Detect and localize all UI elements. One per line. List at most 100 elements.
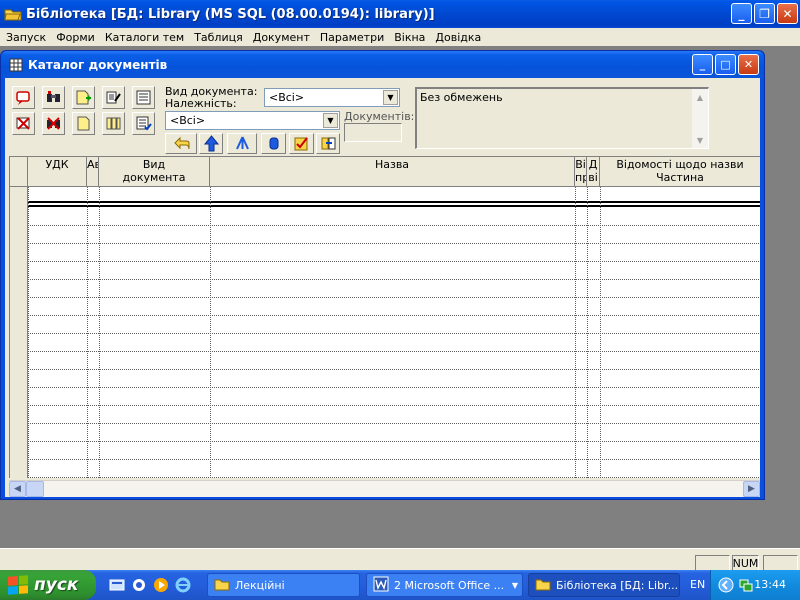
table-row[interactable] <box>10 226 760 244</box>
child-close-button[interactable]: ✕ <box>738 54 759 75</box>
export-icon <box>321 137 335 150</box>
menu-item-zapusk[interactable]: Запуск <box>1 31 51 44</box>
menu-item-katalogy-tem[interactable]: Каталоги тем <box>100 31 189 44</box>
catalog-body: Вид документа: Належність: <Всі> ▼ <Всі>… <box>5 78 760 497</box>
child-maximize-button[interactable]: □ <box>715 54 736 75</box>
scroll-right-icon[interactable]: ▶ <box>743 481 760 497</box>
up-arrow-icon <box>203 135 219 152</box>
table-row[interactable] <box>10 334 760 352</box>
table-row[interactable] <box>10 388 760 406</box>
table-row[interactable] <box>10 424 760 442</box>
back-button[interactable] <box>165 133 197 154</box>
table-row[interactable] <box>10 460 760 478</box>
list-check-icon <box>136 116 152 131</box>
task-biblioteka[interactable]: Бібліотека [БД: Libr... <box>528 573 680 597</box>
quicklaunch-messenger-icon[interactable] <box>130 576 148 594</box>
documents-count <box>344 123 402 142</box>
list-button[interactable] <box>132 86 155 109</box>
scroll-up-icon[interactable]: ▲ <box>692 89 708 105</box>
add-doc-icon <box>76 90 91 105</box>
start-button[interactable]: пуск <box>0 570 96 600</box>
table-row[interactable] <box>10 280 760 298</box>
table-row[interactable] <box>10 208 760 226</box>
quicklaunch-explorer-icon[interactable] <box>108 576 126 594</box>
table-row[interactable] <box>10 298 760 316</box>
add-document-button[interactable] <box>72 86 95 109</box>
task-microsoft-office[interactable]: 2 Microsoft Office ... ▼ <box>366 573 523 597</box>
belonging-select[interactable]: <Всі> ▼ <box>165 111 340 130</box>
task-label: 2 Microsoft Office ... <box>394 578 505 592</box>
catalog-titlebar[interactable]: Каталог документів _ □ ✕ <box>1 51 764 78</box>
column-header-doc-type[interactable]: Вид документа <box>99 157 210 187</box>
tray-expand-icon[interactable] <box>717 576 735 594</box>
scroll-thumb[interactable] <box>26 481 44 497</box>
database-button[interactable] <box>261 133 286 154</box>
language-indicator[interactable]: EN <box>690 578 705 591</box>
list-check-button[interactable] <box>132 112 155 135</box>
add-record-button[interactable] <box>12 86 35 109</box>
task-lekciini[interactable]: Лекційні <box>207 573 360 597</box>
menu-item-formy[interactable]: Форми <box>51 31 100 44</box>
minimize-button[interactable]: _ <box>731 3 752 24</box>
row-indicator-column[interactable] <box>10 187 28 478</box>
export-button[interactable] <box>316 133 340 154</box>
delete-find-button[interactable] <box>42 112 65 135</box>
windows-logo-icon <box>8 575 28 595</box>
menu-item-vikna[interactable]: Вікна <box>389 31 430 44</box>
table-row[interactable] <box>10 262 760 280</box>
column-header-vi[interactable]: Віпр <box>575 157 587 187</box>
check-doc-button[interactable] <box>289 133 314 154</box>
table-row[interactable] <box>10 406 760 424</box>
chevron-down-icon[interactable]: ▼ <box>383 90 398 105</box>
chevron-down-icon[interactable]: ▼ <box>323 113 338 128</box>
table-row[interactable] <box>10 316 760 334</box>
column-header-title-info[interactable]: Відомості щодо назви Частина <box>600 157 760 187</box>
quicklaunch-ie-icon[interactable] <box>174 576 192 594</box>
scroll-left-icon[interactable]: ◀ <box>9 481 26 497</box>
menu-item-dokument[interactable]: Документ <box>248 31 315 44</box>
books-button[interactable] <box>102 112 125 135</box>
document-icon <box>77 116 90 131</box>
delete-icon <box>16 117 30 130</box>
folder-app-icon <box>4 6 22 22</box>
maximize-icon: □ <box>720 58 731 71</box>
child-minimize-button[interactable]: _ <box>692 54 713 75</box>
table-row[interactable] <box>10 352 760 370</box>
table-row[interactable] <box>10 244 760 262</box>
document-button[interactable] <box>72 112 95 135</box>
column-header-indicator[interactable] <box>10 157 28 187</box>
close-icon: ✕ <box>782 6 793 21</box>
restore-button[interactable]: ❐ <box>754 3 775 24</box>
filter-memo[interactable]: Без обмежень ▲ ▼ <box>415 87 709 149</box>
chevron-down-icon: ▼ <box>511 580 518 590</box>
table-row-edit[interactable] <box>10 187 760 203</box>
up-button[interactable] <box>199 133 223 154</box>
menu-item-parametry[interactable]: Параметри <box>315 31 389 44</box>
column-header-udk[interactable]: УДК <box>28 157 87 187</box>
belonging-label: Належність: <box>165 97 237 110</box>
tree-button[interactable] <box>227 133 257 154</box>
column-divider <box>587 187 588 478</box>
column-header-author[interactable]: Ав <box>87 157 99 187</box>
horizontal-scrollbar[interactable]: ◀ ▶ <box>9 480 760 497</box>
book-edit-button[interactable] <box>102 86 125 109</box>
column-header-d[interactable]: Дві <box>587 157 600 187</box>
network-icon[interactable] <box>737 576 755 594</box>
menu-item-tablytsia[interactable]: Таблиця <box>189 31 248 44</box>
restore-icon: ❐ <box>759 6 770 21</box>
start-label: пуск <box>34 575 79 595</box>
find-button[interactable] <box>42 86 65 109</box>
doc-type-select[interactable]: <Всі> ▼ <box>264 88 400 107</box>
quicklaunch-media-icon[interactable] <box>152 576 170 594</box>
table-row[interactable] <box>10 370 760 388</box>
delete-record-button[interactable] <box>12 112 35 135</box>
grid-separator <box>10 205 760 207</box>
column-header-title[interactable]: Назва <box>210 157 575 187</box>
word-icon <box>373 576 389 595</box>
menu-item-dovidka[interactable]: Довідка <box>430 31 486 44</box>
memo-scrollbar[interactable]: ▲ ▼ <box>692 89 708 148</box>
doc-type-value: <Всі> <box>269 91 305 104</box>
table-row[interactable] <box>10 442 760 460</box>
close-button[interactable]: ✕ <box>777 3 798 24</box>
scroll-down-icon[interactable]: ▼ <box>692 132 708 148</box>
